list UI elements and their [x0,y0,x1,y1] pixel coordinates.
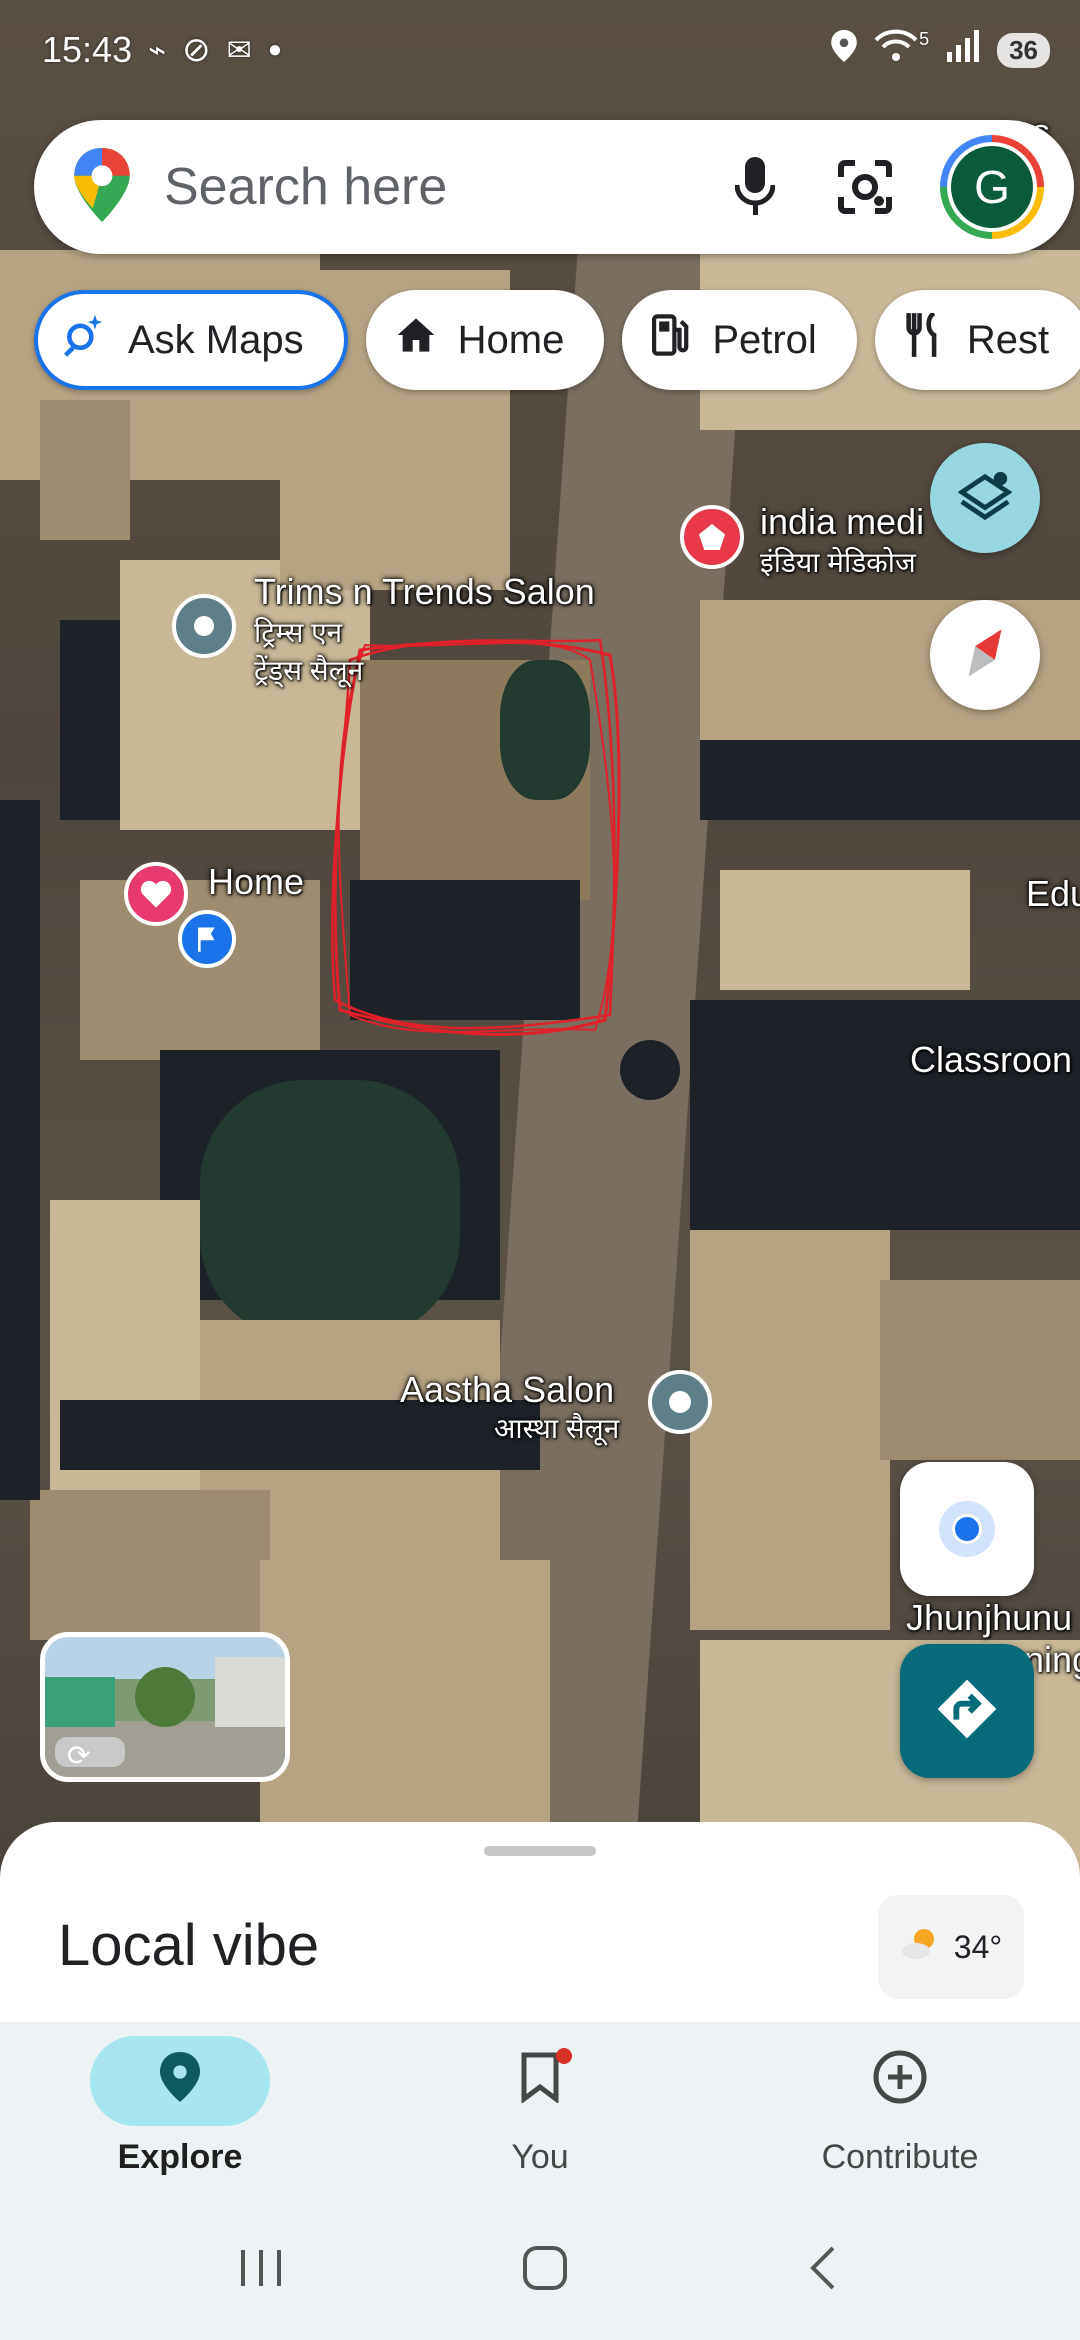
sheet-drag-handle[interactable] [484,1846,596,1856]
tab-label: Explore [117,2138,243,2176]
tab-you[interactable]: You [360,2022,720,2200]
place-label-hindi: ट्रिम्स एन [254,617,343,648]
tab-label: Contribute [821,2138,979,2176]
place-label-hindi: ट्रेंड्स सैलून [254,655,364,686]
directions-button[interactable] [900,1644,1034,1778]
sheet-title: Local vibe [58,1913,320,1978]
bottom-navigation: Explore You Contribute [0,2022,1080,2200]
restaurant-icon [905,311,945,367]
lens-camera-icon[interactable] [830,152,900,222]
tab-label: You [511,2138,569,2176]
directions-icon [935,1677,999,1746]
wifi-icon [873,28,919,73]
avatar-letter: G [951,146,1033,228]
home-heart-pin-icon[interactable] [124,862,188,926]
back-icon[interactable] [803,2243,843,2298]
petrol-chip[interactable]: Petrol [622,290,857,390]
place-label[interactable]: india medi [760,502,924,542]
search-bar[interactable]: Search here G [34,120,1074,254]
chip-label: Ask Maps [128,317,304,362]
street-view-thumbnail[interactable]: ⟳ [40,1632,290,1782]
sparkle-search-icon [62,313,106,367]
home-system-icon[interactable] [520,2243,570,2298]
place-label[interactable]: Aastha Salon [400,1370,614,1410]
lightning-icon: ⌁ [148,33,167,67]
weather-temp: 34° [953,1928,1003,1965]
flag-pin-icon[interactable] [178,910,236,968]
place-label[interactable]: Edu [1026,874,1080,914]
compass-icon [961,623,1009,688]
compass-button[interactable] [930,600,1040,710]
microphone-icon[interactable] [720,152,790,222]
layers-icon [957,469,1013,528]
my-location-icon [939,1501,995,1557]
tab-contribute[interactable]: Contribute [720,2022,1080,2200]
clock: 15:43 [42,29,133,70]
restaurants-chip[interactable]: Rest [874,290,1080,390]
account-avatar[interactable]: G [940,135,1044,239]
home-chip[interactable]: Home [365,290,605,390]
layers-button[interactable] [930,443,1040,553]
category-chips: Ask Maps Home Petrol Rest [34,290,1080,390]
wifi-badge: 5 [919,28,930,49]
mail-icon: ✉ [226,33,252,67]
pharmacy-pin-icon[interactable] [680,505,744,569]
maps-logo-icon [74,147,130,227]
add-circle-icon [872,2049,928,2114]
salon-pin-icon[interactable] [648,1370,712,1434]
fuel-icon [652,313,690,367]
blocked-icon: ⊘ [182,31,211,69]
partly-cloudy-icon [900,1925,944,1969]
battery-indicator: 36 [997,32,1050,68]
my-location-button[interactable] [900,1462,1034,1596]
status-bar: 15:43 ⌁ ⊘ ✉ ● 5 36 [0,0,1080,100]
place-label[interactable]: Classroon [910,1040,1072,1080]
signal-icon [945,29,981,71]
place-label-hindi: इंडिया मेडिकोज [760,547,916,578]
place-label-hindi: आस्था सैलून [494,1413,620,1444]
bookmark-icon [520,2051,560,2112]
location-icon [831,29,857,71]
place-label[interactable]: Trims n Trends Salon [254,572,595,612]
ask-maps-chip[interactable]: Ask Maps [34,290,348,390]
search-input[interactable]: Search here [164,157,680,217]
home-label[interactable]: Home [208,862,304,902]
chip-label: Petrol [712,317,817,362]
notification-dot [556,2048,572,2064]
dot-icon: ● [267,36,283,63]
tab-explore[interactable]: Explore [0,2022,360,2200]
place-label[interactable]: Jhunjhunu [906,1598,1072,1638]
weather-chip[interactable]: 34° [878,1895,1024,1999]
recent-apps-icon[interactable] [237,2246,287,2295]
bottom-sheet[interactable]: Local vibe 34° [0,1822,1080,2022]
home-icon [396,315,436,365]
street-view-360-icon: ⟳ [67,1740,91,1771]
explore-pin-icon [160,2051,200,2112]
chip-label: Home [457,317,565,362]
chip-label: Rest [966,317,1050,362]
satellite-map[interactable]: Trims n Trends Salon ट्रिम्स एन ट्रेंड्स… [0,0,1080,1900]
salon-pin-icon[interactable] [172,594,236,658]
red-drawn-annotation [331,638,621,1036]
system-navigation-bar [0,2200,1080,2340]
